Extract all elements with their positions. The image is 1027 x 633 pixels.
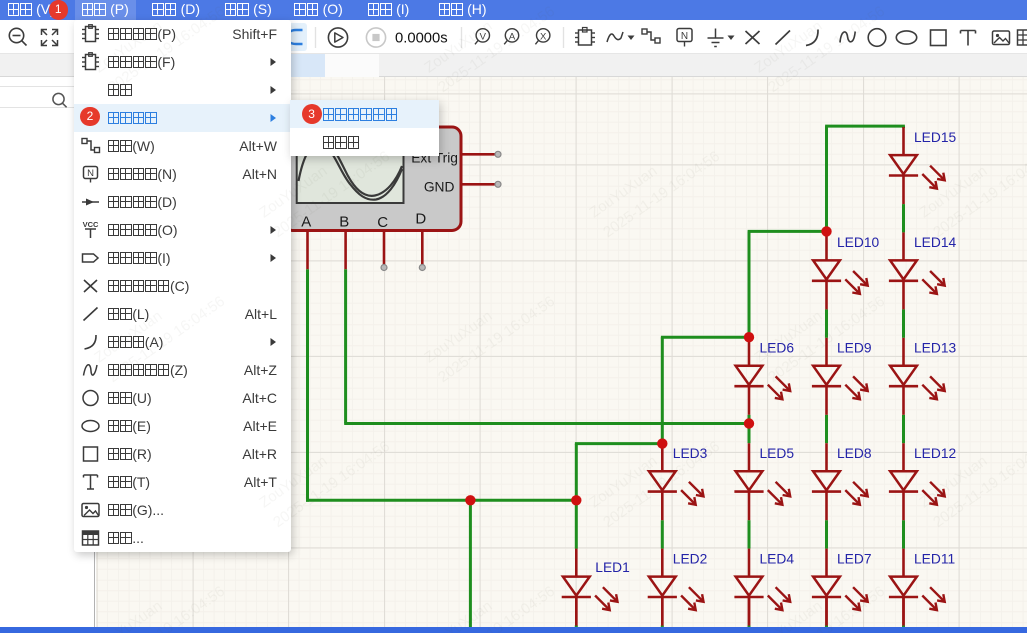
svg-text:LED5: LED5: [760, 446, 795, 461]
svg-text:LED14: LED14: [914, 235, 957, 250]
svg-text:LED12: LED12: [914, 446, 956, 461]
svg-text:A: A: [509, 31, 516, 42]
svg-text:LED4: LED4: [760, 551, 795, 566]
svg-text:C: C: [377, 214, 388, 231]
svg-text:GND: GND: [424, 180, 455, 195]
svg-text:LED15: LED15: [914, 130, 957, 145]
svg-text:LED2: LED2: [673, 551, 708, 566]
svg-text:LED8: LED8: [837, 446, 872, 461]
svg-text:0.0000s: 0.0000s: [395, 30, 448, 46]
svg-text:V: V: [480, 31, 487, 42]
svg-text:D: D: [415, 211, 426, 228]
svg-text:N: N: [87, 168, 94, 179]
svg-text:LED13: LED13: [914, 341, 957, 356]
svg-text:LED7: LED7: [837, 551, 872, 566]
svg-text:LED3: LED3: [673, 446, 708, 461]
svg-text:B: B: [339, 214, 349, 231]
svg-text:X: X: [540, 31, 547, 42]
svg-text:VCC: VCC: [82, 220, 98, 229]
svg-text:LED11: LED11: [914, 551, 955, 566]
svg-text:LED1: LED1: [595, 560, 630, 575]
svg-text:LED6: LED6: [760, 341, 795, 356]
svg-text:LED9: LED9: [837, 341, 872, 356]
svg-text:N: N: [681, 31, 688, 42]
svg-text:LED10: LED10: [837, 235, 880, 250]
svg-text:A: A: [301, 214, 311, 231]
